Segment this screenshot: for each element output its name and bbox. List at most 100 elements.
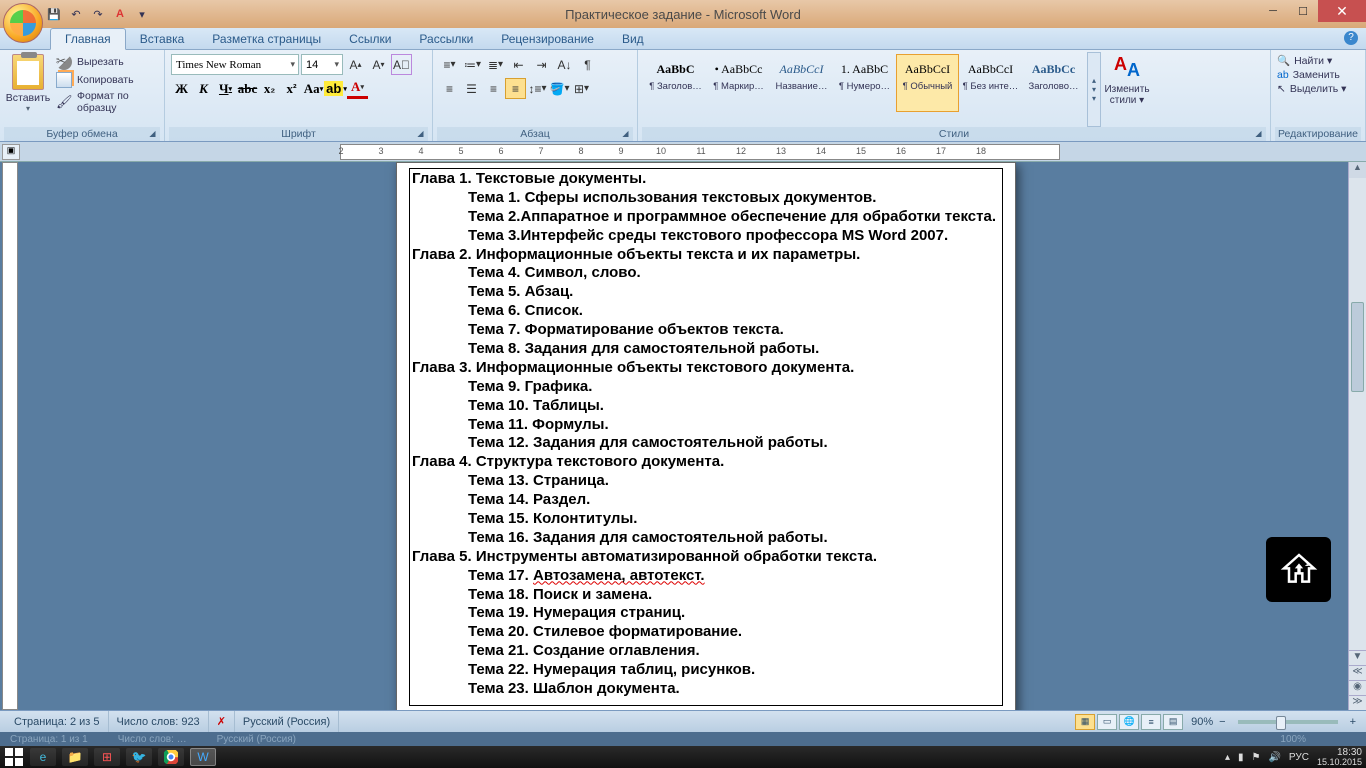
- doc-line[interactable]: Тема 11. Формулы.: [412, 416, 1000, 435]
- doc-line[interactable]: Тема 2.Аппаратное и программное обеспече…: [412, 208, 1000, 227]
- find-button[interactable]: 🔍Найти ▾: [1277, 54, 1346, 67]
- tray-time[interactable]: 18:30: [1317, 748, 1362, 758]
- status-wordcount[interactable]: Число слов: 923: [109, 711, 209, 732]
- style-item-6[interactable]: AaBbCcЗаголово…: [1022, 54, 1085, 112]
- doc-line[interactable]: Тема 22. Нумерация таблиц, рисунков.: [412, 661, 1000, 680]
- doc-line[interactable]: Тема 9. Графика.: [412, 378, 1000, 397]
- copy-button[interactable]: Копировать: [56, 72, 160, 88]
- doc-line[interactable]: Глава 3. Информационные объекты текстово…: [412, 359, 1000, 378]
- zoom-out-button[interactable]: −: [1215, 716, 1229, 728]
- italic-button[interactable]: К: [193, 78, 214, 99]
- qat-quickprint-icon[interactable]: A: [111, 5, 129, 23]
- paragraph-dialog-launcher[interactable]: ◢: [620, 129, 631, 140]
- doc-line[interactable]: Глава 2. Информационные объекты текста и…: [412, 246, 1000, 265]
- minimize-button[interactable]: ─: [1258, 0, 1288, 22]
- borders-button[interactable]: ⊞▾: [571, 78, 592, 99]
- status-page[interactable]: Страница: 2 из 5: [6, 711, 109, 732]
- styles-gallery-more[interactable]: ▴▾▾: [1087, 52, 1101, 127]
- browse-object-icon[interactable]: ◉: [1349, 680, 1366, 695]
- doc-line[interactable]: Тема 4. Символ, слово.: [412, 264, 1000, 283]
- view-draft[interactable]: ▤: [1163, 714, 1183, 730]
- vertical-scrollbar[interactable]: ▲ ▼ ≪ ◉ ≫: [1348, 162, 1366, 710]
- page[interactable]: Глава 1. Текстовые документы.Тема 1. Сфе…: [396, 162, 1016, 710]
- doc-line[interactable]: Тема 12. Задания для самостоятельной раб…: [412, 434, 1000, 453]
- page-text[interactable]: Глава 1. Текстовые документы.Тема 1. Сфе…: [409, 168, 1003, 706]
- select-button[interactable]: ↖Выделить ▾: [1277, 83, 1346, 95]
- style-item-1[interactable]: • AaBbCc¶ Маркир…: [707, 54, 770, 112]
- bullets-button[interactable]: ≡▾: [439, 54, 460, 75]
- doc-line[interactable]: Тема 6. Список.: [412, 302, 1000, 321]
- show-marks-button[interactable]: ¶: [577, 54, 598, 75]
- style-item-5[interactable]: AaBbCcI¶ Без инте…: [959, 54, 1022, 112]
- highlight-button[interactable]: ab▾: [325, 78, 346, 99]
- shading-button[interactable]: 🪣▾: [549, 78, 570, 99]
- style-item-2[interactable]: AaBbCcIНазвание…: [770, 54, 833, 112]
- task-app2[interactable]: 🐦: [126, 748, 152, 766]
- align-left-button[interactable]: ≡: [439, 78, 460, 99]
- qat-save-icon[interactable]: 💾: [45, 5, 63, 23]
- doc-line[interactable]: Тема 14. Раздел.: [412, 491, 1000, 510]
- line-spacing-button[interactable]: ↕≡▾: [527, 78, 548, 99]
- grow-font-button[interactable]: A▴: [345, 54, 366, 75]
- tab-главная[interactable]: Главная: [50, 28, 126, 50]
- align-center-button[interactable]: ☰: [461, 78, 482, 99]
- scroll-thumb[interactable]: [1351, 302, 1364, 392]
- qat-redo-icon[interactable]: ↷: [89, 5, 107, 23]
- zoom-level[interactable]: 90%: [1191, 716, 1213, 728]
- task-app1[interactable]: ⊞: [94, 748, 120, 766]
- format-painter-button[interactable]: Формат по образцу: [56, 90, 160, 114]
- qat-undo-icon[interactable]: ↶: [67, 5, 85, 23]
- status-proofing[interactable]: ✗: [209, 711, 235, 732]
- doc-line[interactable]: Тема 10. Таблицы.: [412, 397, 1000, 416]
- doc-line[interactable]: Глава 1. Текстовые документы.: [412, 170, 1000, 189]
- view-print-layout[interactable]: ▦: [1075, 714, 1095, 730]
- tray-ime[interactable]: РУС: [1289, 752, 1309, 763]
- tray-network-icon[interactable]: ▮: [1238, 752, 1244, 763]
- doc-line[interactable]: Тема 18. Поиск и замена.: [412, 586, 1000, 605]
- tray-volume-icon[interactable]: 🔊: [1268, 752, 1280, 763]
- underline-button[interactable]: Ч▾: [215, 78, 236, 99]
- zoom-slider[interactable]: [1238, 720, 1338, 724]
- prev-page-icon[interactable]: ≪: [1349, 665, 1366, 680]
- increase-indent-button[interactable]: ⇥: [531, 54, 552, 75]
- ruler-vertical[interactable]: [2, 162, 18, 710]
- help-icon[interactable]: ?: [1344, 31, 1358, 45]
- ruler-toggle[interactable]: ▣: [2, 144, 20, 160]
- doc-line[interactable]: Тема 21. Создание оглавления.: [412, 642, 1000, 661]
- font-dialog-launcher[interactable]: ◢: [415, 129, 426, 140]
- font-size-select[interactable]: 14: [301, 54, 343, 75]
- doc-line[interactable]: Тема 13. Страница.: [412, 472, 1000, 491]
- doc-line[interactable]: Тема 3.Интерфейс среды текстового профес…: [412, 227, 1000, 246]
- tab-рецензирование[interactable]: Рецензирование: [487, 29, 608, 49]
- zoom-in-button[interactable]: +: [1346, 716, 1360, 728]
- task-chrome[interactable]: [158, 748, 184, 766]
- scroll-down-icon[interactable]: ▼: [1349, 650, 1366, 665]
- change-case-button[interactable]: Aa▾: [303, 78, 324, 99]
- replace-button[interactable]: abЗаменить: [1277, 69, 1346, 81]
- office-button[interactable]: [3, 3, 43, 43]
- maximize-button[interactable]: ☐: [1288, 0, 1318, 22]
- tab-вид[interactable]: Вид: [608, 29, 658, 49]
- doc-line[interactable]: Глава 4. Структура текстового документа.: [412, 453, 1000, 472]
- doc-line[interactable]: Тема 17. Автозамена, автотекст.: [412, 567, 1000, 586]
- numbering-button[interactable]: ≔▾: [462, 54, 483, 75]
- doc-line[interactable]: Тема 7. Форматирование объектов текста.: [412, 321, 1000, 340]
- sort-button[interactable]: A↓: [554, 54, 575, 75]
- cut-button[interactable]: Вырезать: [56, 54, 160, 70]
- font-name-select[interactable]: Times New Roman: [171, 54, 299, 75]
- style-item-0[interactable]: AaBbC¶ Заголов…: [644, 54, 707, 112]
- start-button[interactable]: [4, 748, 24, 766]
- tray-action-icon[interactable]: ⚑: [1252, 752, 1261, 763]
- tab-вставка[interactable]: Вставка: [126, 29, 199, 49]
- clipboard-dialog-launcher[interactable]: ◢: [147, 129, 158, 140]
- clear-formatting-button[interactable]: A⃠: [391, 54, 412, 75]
- tab-рассылки[interactable]: Рассылки: [405, 29, 487, 49]
- view-outline[interactable]: ≡: [1141, 714, 1161, 730]
- tray-arrow-icon[interactable]: ▴: [1225, 752, 1230, 763]
- doc-line[interactable]: Тема 8. Задания для самостоятельной рабо…: [412, 340, 1000, 359]
- decrease-indent-button[interactable]: ⇤: [508, 54, 529, 75]
- close-button[interactable]: ✕: [1318, 0, 1366, 22]
- tab-разметка страницы[interactable]: Разметка страницы: [198, 29, 335, 49]
- doc-line[interactable]: Тема 1. Сферы использования текстовых до…: [412, 189, 1000, 208]
- view-fullscreen[interactable]: ▭: [1097, 714, 1117, 730]
